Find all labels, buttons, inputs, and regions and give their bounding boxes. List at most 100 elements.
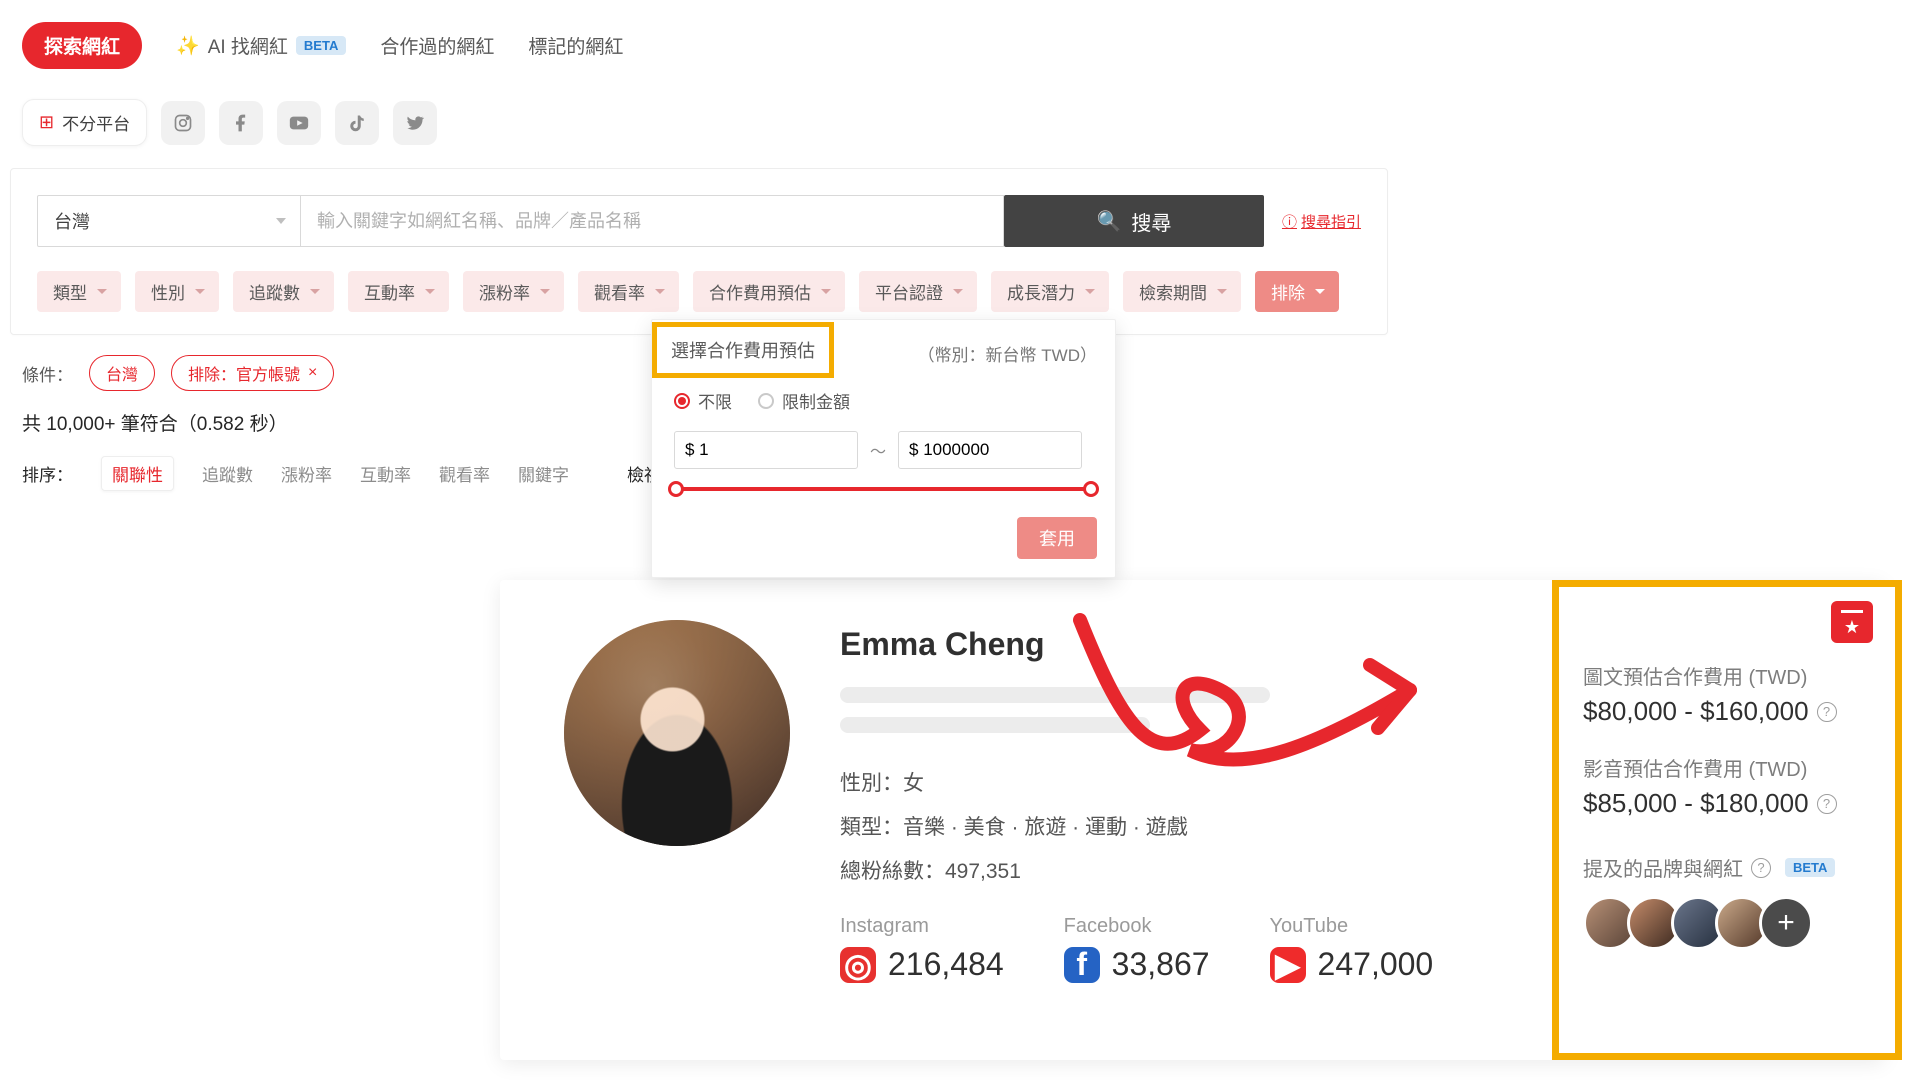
fee-currency-label: （幣別：新台幣 TWD）: [918, 341, 1097, 366]
filter-growth-rate[interactable]: 漲粉率: [463, 271, 564, 312]
tab-ai[interactable]: ✨ AI 找網紅 BETA: [176, 32, 346, 59]
sort-view[interactable]: 觀看率: [439, 461, 490, 486]
chevron-down-icon: [1217, 289, 1227, 294]
stat-facebook-value: 33,867: [1112, 946, 1210, 983]
help-icon[interactable]: ?: [1751, 858, 1771, 878]
fee-dropdown: 選擇合作費用預估 （幣別：新台幣 TWD） 不限 限制金額 ～ 套用: [651, 319, 1116, 578]
filter-exclude-label: 排除: [1271, 279, 1305, 304]
tab-tagged[interactable]: 標記的網紅: [528, 32, 623, 59]
sort-relevance[interactable]: 關聯性: [101, 456, 174, 491]
filter-growth-rate-label: 漲粉率: [479, 279, 530, 304]
chevron-down-icon: [655, 289, 665, 294]
tilde-icon: ～: [870, 438, 886, 462]
chevron-down-icon: [953, 289, 963, 294]
facebook-icon: f: [1064, 947, 1100, 983]
fee-dropdown-title: 選擇合作費用預估: [652, 322, 834, 378]
profile-category: 類型：音樂 · 美食 · 旅遊 · 運動 · 遊戲: [840, 811, 1400, 841]
filter-growth-potential[interactable]: 成長潛力: [991, 271, 1109, 312]
platform-all[interactable]: ⊞ 不分平台: [22, 99, 147, 146]
filter-type-label: 類型: [53, 279, 87, 304]
fee-slider[interactable]: [652, 477, 1115, 509]
tab-cooperated[interactable]: 合作過的網紅: [380, 32, 494, 59]
help-icon[interactable]: ?: [1817, 702, 1837, 722]
search-panel: 台灣 🔍 搜尋 ⓘ 搜尋指引 類型 性別 追蹤數 互動率 漲粉率 觀看率 合作費…: [10, 168, 1388, 335]
fee-max-input[interactable]: [898, 431, 1082, 469]
tab-explore[interactable]: 探索網紅: [22, 22, 142, 69]
search-guide-label: 搜尋指引: [1301, 211, 1361, 232]
apply-button[interactable]: 套用: [1017, 517, 1097, 559]
fee-radio-limit-label: 限制金額: [782, 388, 850, 413]
sort-growth[interactable]: 漲粉率: [281, 461, 332, 486]
skeleton-line: [840, 687, 1270, 703]
more-button[interactable]: +: [1759, 896, 1813, 950]
fee-radio-unlimited-label: 不限: [698, 388, 732, 413]
condition-tag-exclude-label: 排除：官方帳號: [188, 361, 300, 385]
twitter-icon[interactable]: [393, 101, 437, 145]
filter-row: 類型 性別 追蹤數 互動率 漲粉率 觀看率 合作費用預估 平台認證 成長潛力 檢…: [37, 271, 1361, 312]
condition-tag-country[interactable]: 台灣: [89, 355, 155, 391]
sort-label: 排序：: [22, 461, 73, 486]
close-icon[interactable]: ×: [308, 364, 317, 382]
filter-type[interactable]: 類型: [37, 271, 121, 312]
instagram-icon: ◎: [840, 947, 876, 983]
sort-engagement[interactable]: 互動率: [360, 461, 411, 486]
slider-handle-max[interactable]: [1083, 481, 1099, 497]
search-guide-link[interactable]: ⓘ 搜尋指引: [1282, 211, 1361, 232]
condition-tag-exclude[interactable]: 排除：官方帳號 ×: [171, 355, 334, 391]
facebook-icon[interactable]: [219, 101, 263, 145]
stat-youtube-value: 247,000: [1318, 946, 1434, 983]
search-icon: 🔍: [1097, 209, 1122, 234]
filter-followers[interactable]: 追蹤數: [233, 271, 334, 312]
fee-radio-unlimited[interactable]: 不限: [674, 388, 732, 413]
est-video-label: 影音預估合作費用 (TWD): [1583, 753, 1871, 782]
chevron-down-icon: [821, 289, 831, 294]
bookmark-icon[interactable]: [1831, 601, 1873, 643]
stat-youtube: YouTube ▶247,000: [1270, 915, 1434, 983]
filter-search-period[interactable]: 檢索期間: [1123, 271, 1241, 312]
filter-growth-potential-label: 成長潛力: [1007, 279, 1075, 304]
filter-fee[interactable]: 合作費用預估: [693, 271, 845, 312]
tab-ai-label: AI 找網紅: [208, 32, 288, 59]
filter-engagement[interactable]: 互動率: [348, 271, 449, 312]
chevron-down-icon: [425, 289, 435, 294]
instagram-icon[interactable]: [161, 101, 205, 145]
fee-radio-limit[interactable]: 限制金額: [758, 388, 850, 413]
estimate-panel: 圖文預估合作費用 (TWD) $80,000 - $160,000? 影音預估合…: [1552, 580, 1902, 1060]
chevron-down-icon: [310, 289, 320, 294]
sort-followers[interactable]: 追蹤數: [202, 461, 253, 486]
filter-verified[interactable]: 平台認證: [859, 271, 977, 312]
avatar: [564, 620, 790, 846]
mention-avatars: +: [1583, 896, 1871, 950]
filter-verified-label: 平台認證: [875, 279, 943, 304]
skeleton-line: [840, 717, 1150, 733]
stat-instagram-value: 216,484: [888, 946, 1004, 983]
help-icon[interactable]: ?: [1817, 794, 1837, 814]
tiktok-icon[interactable]: [335, 101, 379, 145]
stat-facebook: Facebook f33,867: [1064, 915, 1210, 983]
country-select[interactable]: 台灣: [37, 195, 301, 247]
filter-exclude[interactable]: 排除: [1255, 271, 1339, 312]
sort-keyword[interactable]: 關鍵字: [518, 461, 569, 486]
stat-instagram-label: Instagram: [840, 915, 1004, 938]
nav-tabs: 探索網紅 ✨ AI 找網紅 BETA 合作過的網紅 標記的網紅: [0, 0, 1920, 69]
filter-view-rate[interactable]: 觀看率: [578, 271, 679, 312]
search-button[interactable]: 🔍 搜尋: [1004, 195, 1264, 247]
filter-gender[interactable]: 性別: [135, 271, 219, 312]
est-text-value: $80,000 - $160,000: [1583, 696, 1809, 727]
slider-handle-min[interactable]: [668, 481, 684, 497]
chevron-down-icon: [1315, 289, 1325, 294]
mentions-row: 提及的品牌與網紅 ? BETA: [1583, 853, 1871, 882]
search-input[interactable]: [301, 195, 1004, 247]
condition-tag-country-label: 台灣: [106, 361, 138, 385]
profile-name: Emma Cheng: [840, 626, 1400, 663]
stat-youtube-label: YouTube: [1270, 915, 1434, 938]
fee-min-input[interactable]: [674, 431, 858, 469]
filter-view-rate-label: 觀看率: [594, 279, 645, 304]
filter-fee-label: 合作費用預估: [709, 279, 811, 304]
est-video-value: $85,000 - $180,000: [1583, 788, 1809, 819]
chevron-down-icon: [540, 289, 550, 294]
radio-dot-icon: [758, 393, 774, 409]
grid-icon: ⊞: [39, 112, 54, 133]
youtube-icon[interactable]: [277, 101, 321, 145]
chevron-down-icon: [1085, 289, 1095, 294]
